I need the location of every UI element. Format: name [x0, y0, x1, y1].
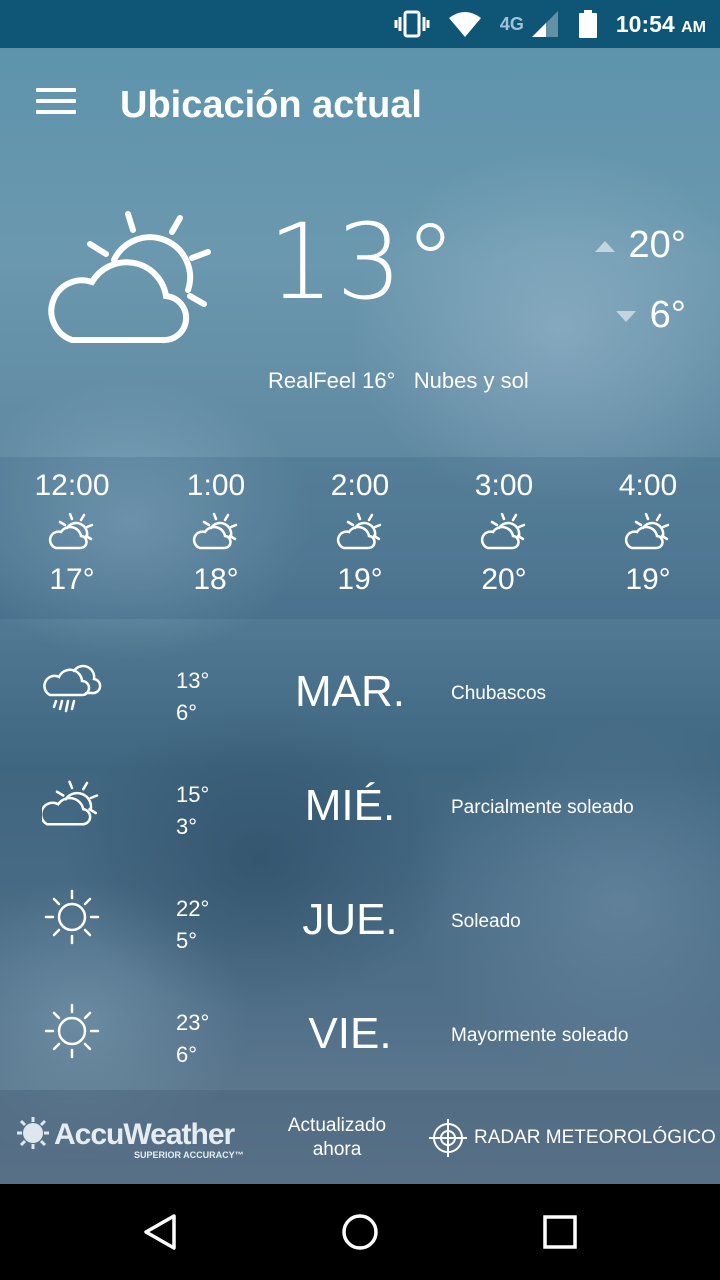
hourly-forecast: 12:00 17° 1:00 18° 2:00 19° 3:00 20° 4:0…	[0, 457, 720, 619]
menu-icon[interactable]	[36, 88, 76, 118]
hour-temp: 19°	[337, 563, 383, 596]
day-name: VIE.	[308, 1009, 392, 1058]
day-condition: Mayormente soleado	[451, 1025, 629, 1046]
radar-label: RADAR METEOROLÓGICO	[474, 1127, 716, 1148]
hourly-item[interactable]: 2:00 19°	[288, 457, 432, 619]
daily-item[interactable]: 23° 6° VIE. Mayormente soleado	[0, 979, 720, 1093]
accuweather-logo[interactable]: AccuWeather SUPERIOR ACCURACY™	[16, 1116, 244, 1160]
page-title: Ubicación actual	[120, 84, 422, 126]
realfeel-text: RealFeel 16° Nubes y sol	[268, 368, 529, 393]
daily-high-low: 23° 6°	[176, 1010, 210, 1067]
daily-item[interactable]: 22° 5° JUE. Soleado	[0, 865, 720, 979]
arrow-up-icon	[594, 241, 615, 253]
partly-sunny-icon	[624, 512, 670, 550]
day-name: MAR.	[295, 667, 405, 716]
hourly-item[interactable]: 12:00 17°	[0, 457, 144, 619]
hourly-item[interactable]: 4:00 19°	[576, 457, 720, 619]
hour-time: 3:00	[474, 469, 534, 502]
daily-item[interactable]: 13° 6° MAR. Chubascos	[0, 637, 720, 751]
signal-icon	[531, 11, 558, 37]
wifi-icon	[448, 12, 481, 37]
sun-logo-icon	[17, 1117, 49, 1149]
partly-sunny-icon	[192, 512, 238, 550]
hour-time: 4:00	[618, 469, 678, 502]
hour-temp: 19°	[625, 563, 671, 596]
partly-sunny-icon	[48, 211, 211, 344]
status-bar: 4G 10:54 AM	[0, 0, 720, 48]
arrow-down-icon	[615, 311, 636, 323]
daily-high-low: 22° 5°	[176, 896, 210, 953]
day-condition: Soleado	[451, 911, 521, 932]
status-time: 10:54 AM	[615, 10, 706, 37]
daily-high-low: 15° 3°	[176, 782, 210, 839]
hour-temp: 17°	[49, 563, 95, 596]
current-temperature: 13°	[268, 201, 459, 323]
partly-sunny-icon	[336, 512, 382, 550]
low-temperature: 6°	[615, 294, 686, 337]
day-condition: Chubascos	[451, 683, 547, 704]
updated-text: Actualizado ahora	[287, 1115, 387, 1160]
back-icon[interactable]	[140, 1212, 180, 1252]
hour-temp: 18°	[193, 563, 239, 596]
partly-sunny-icon	[480, 512, 526, 550]
battery-icon	[578, 10, 597, 38]
hour-time: 2:00	[330, 469, 390, 502]
radar-button[interactable]: RADAR METEOROLÓGICO	[428, 1118, 716, 1158]
footer-bar: AccuWeather SUPERIOR ACCURACY™ Actualiza…	[0, 1090, 720, 1184]
hourly-item[interactable]: 3:00 20°	[432, 457, 576, 619]
sun-icon	[44, 1003, 100, 1059]
partly-sunny-icon	[48, 512, 94, 550]
rain-cloud-icon	[43, 664, 102, 713]
recents-icon[interactable]	[542, 1212, 578, 1252]
daily-forecast: 13° 6° MAR. Chubascos 15° 3° MIÉ. Parcialm…	[0, 637, 720, 1093]
hourly-item[interactable]: 1:00 18°	[144, 457, 288, 619]
vibrate-icon	[394, 10, 430, 38]
day-condition: Parcialmente soleado	[451, 797, 634, 818]
navigation-bar	[0, 1184, 720, 1280]
network-type: 4G	[499, 13, 524, 34]
daily-high-low: 13° 6°	[176, 668, 210, 725]
hour-time: 1:00	[186, 469, 246, 502]
hour-temp: 20°	[481, 563, 527, 596]
day-name: JUE.	[302, 895, 398, 944]
logo-text: AccuWeather	[54, 1118, 235, 1151]
home-icon[interactable]	[340, 1212, 380, 1252]
daily-item[interactable]: 15° 3° MIÉ. Parcialmente soleado	[0, 751, 720, 865]
hour-time: 12:00	[34, 469, 110, 502]
current-conditions: 13° 20° 6° RealFeel 16° Nubes y sol	[0, 190, 720, 420]
partly-sunny-icon	[42, 780, 99, 826]
day-name: MIÉ.	[304, 781, 396, 830]
high-temperature: 20°	[594, 224, 686, 267]
app-header: Ubicación actual	[0, 48, 720, 164]
crosshair-icon	[429, 1119, 467, 1157]
sun-icon	[44, 889, 100, 945]
logo-tagline: SUPERIOR ACCURACY™	[134, 1150, 244, 1160]
